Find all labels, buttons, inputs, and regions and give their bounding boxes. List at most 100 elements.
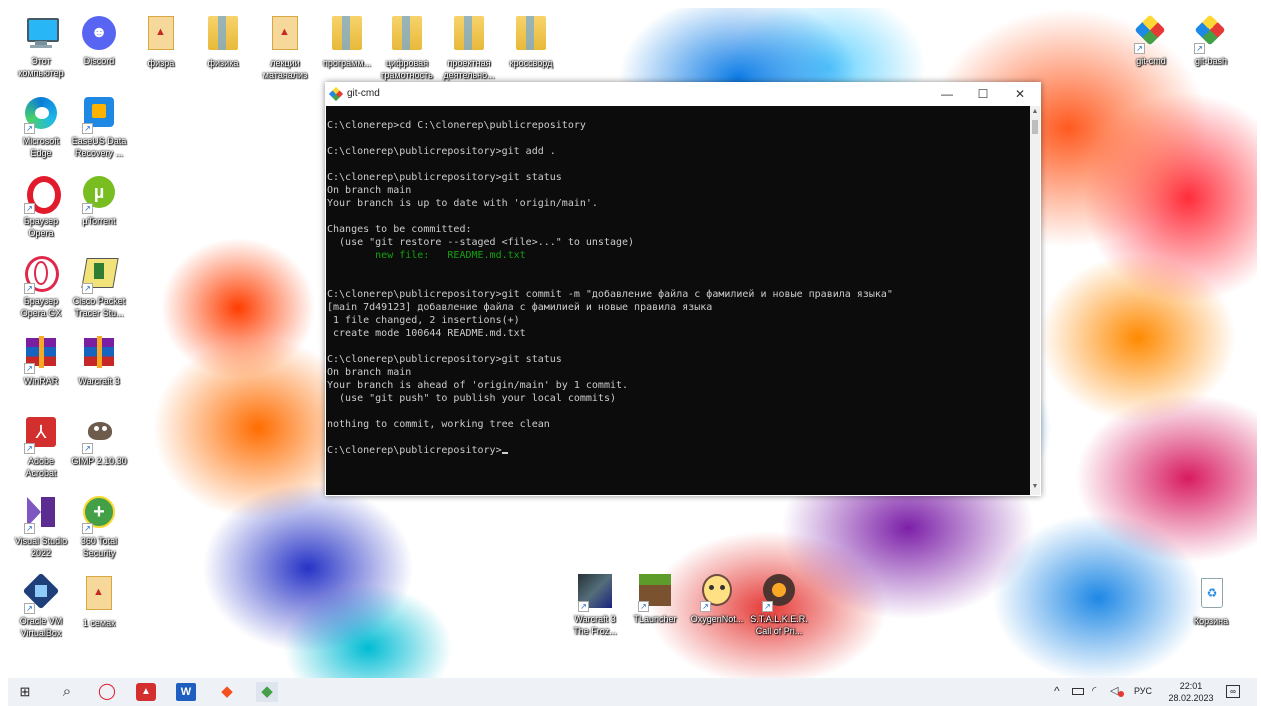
visual-studio-icon: ↗ [22,494,60,534]
windows-start-icon[interactable]: ⊞ [14,682,36,702]
desktop-icon-discord[interactable]: ☻ Discord [68,14,130,67]
wifi-icon[interactable]: ◜ [1092,684,1096,697]
desktop-icon-fizika[interactable]: физика [192,14,254,69]
desktop-icon-git-bash[interactable]: ↗ git-bash [1180,14,1242,67]
vertical-scrollbar[interactable]: ▲ ▼ [1030,106,1040,495]
desktop-icon-label: GIMP 2.10.30 [71,456,127,466]
scroll-up-icon[interactable]: ▲ [1031,108,1039,118]
terminal-line: create mode 100644 README.md.txt [327,328,526,339]
desktop-icon-cifrovaya[interactable]: цифровая грамотность [376,14,438,81]
desktop-icon-label: µTorrent [82,216,116,226]
desktop-icon-label: программ... [322,58,372,68]
opera-icon: ↗ [22,174,61,214]
terminal-line: Your branch is up to date with 'origin/m… [327,198,598,209]
git-icon [328,86,344,102]
language-indicator[interactable]: РУС [1134,686,1152,696]
gimp-icon: ↗ [80,414,118,454]
desktop-icon-warcraft3-game[interactable]: ↗ Warcraft 3 The Froz... [564,572,626,637]
desktop-icon-label: WinRAR [23,376,59,386]
folder-icon [388,16,426,54]
notifications-icon[interactable]: ∞ [1226,685,1240,698]
terminal-line: [main 7d49123] добавление файла с фамили… [327,302,713,313]
winrar-icon: ↗ [22,334,60,374]
desktop-icon-tlauncher[interactable]: ↗ TLauncher [624,572,686,625]
pdf-icon [80,576,118,614]
tray-chevron-icon[interactable]: ^ [1054,684,1060,698]
terminal-line: (use "git restore --staged <file>..." to… [327,237,635,248]
desktop: Этот компьютер ☻ Discord физра физика ле… [8,8,1257,678]
maximize-button[interactable]: ☐ [965,84,1001,104]
winrar-icon [80,334,118,372]
acrobat-icon[interactable]: ▲ [136,683,156,701]
desktop-icon-proektnaya[interactable]: проектная деятельно... [438,14,500,81]
opera-gx-icon: ↗ [22,254,60,294]
desktop-icon-opera[interactable]: ↗ Браузер Opera [10,174,72,239]
volume-icon[interactable]: ◁ [1110,684,1118,697]
terminal-line: 1 file changed, 2 insertions(+) [327,315,520,326]
desktop-icon-this-pc[interactable]: Этот компьютер [10,14,72,79]
scroll-down-icon[interactable]: ▼ [1031,483,1039,493]
scrollbar-thumb[interactable] [1032,120,1038,134]
terminal-line: On branch main [327,367,412,378]
desktop-icon-360[interactable]: + ↗ 360 Total Security [68,494,130,559]
desktop-icon-programm[interactable]: программ... [316,14,378,69]
battery-icon[interactable] [1072,688,1084,695]
desktop-icon-label: Cisco Packet Tracer Stu... [72,296,126,318]
word-icon[interactable]: W [176,683,196,701]
desktop-icon-git-cmd[interactable]: ↗ git-cmd [1120,14,1182,67]
desktop-icon-cisco[interactable]: ↗ Cisco Packet Tracer Stu... [68,254,130,319]
clock[interactable]: 22:01 28.02.2023 [1166,680,1216,704]
desktop-icon-label: S.T.A.L.K.E.R. Call of Pri... [750,614,808,636]
desktop-icon-label: Корзина [1193,616,1229,626]
folder-icon [204,16,242,54]
desktop-icon-recycle-bin[interactable]: ♻ Корзина [1180,574,1242,627]
terminal-line: C:\clonerep\publicrepository>git status [327,354,562,365]
oxygen-icon: ↗ [698,572,736,612]
desktop-icon-warcraft3-rar[interactable]: Warcraft 3 [68,334,130,387]
360-security-icon: + ↗ [80,494,118,534]
desktop-icon-1-semak[interactable]: 1 семак [68,574,130,629]
clock-date: 28.02.2023 [1168,693,1214,703]
desktop-icon-krossvord[interactable]: кроссворд [500,14,562,69]
desktop-icon-opera-gx[interactable]: ↗ Браузер Opera GX [10,254,72,319]
desktop-icon-winrar[interactable]: ↗ WinRAR [10,334,72,387]
desktop-icon-label: физика [207,58,239,68]
search-icon[interactable]: ⌕ [56,682,78,702]
desktop-icon-label: физра [147,58,175,68]
git-icon[interactable]: ◆ [256,682,278,702]
desktop-icon-stalker[interactable]: ↗ S.T.A.L.K.E.R. Call of Pri... [748,572,810,637]
git-icon[interactable]: ◆ [216,682,238,702]
desktop-icon-gimp[interactable]: ↗ GIMP 2.10.30 [68,414,130,467]
utorrent-icon: µ ↗ [80,174,118,214]
desktop-icon-utorrent[interactable]: µ ↗ µTorrent [68,174,130,227]
desktop-icon-vs2022[interactable]: ↗ Visual Studio 2022 [10,494,72,559]
minimize-button[interactable]: — [929,84,965,104]
window-titlebar[interactable]: git-cmd — ☐ ✕ [325,82,1041,106]
desktop-icon-edge[interactable]: ↗ Microsoft Edge [10,94,72,159]
discord-icon: ☻ [80,14,118,52]
desktop-icon-label: Adobe Acrobat [25,456,57,478]
terminal-window[interactable]: git-cmd — ☐ ✕ C:\clonerep>cd C:\clonerep… [325,82,1041,496]
desktop-icon-label: git-bash [1194,56,1228,66]
desktop-icon-fizra[interactable]: физра [130,14,192,69]
desktop-icon-label: Visual Studio 2022 [14,536,68,558]
taskbar: ⊞ ⌕ ◯ ▲ W ◆ ◆ ^ ◜ ◁ РУС 22:01 28.02.2023… [8,678,1257,706]
terminal-line: nothing to commit, working tree clean [327,419,550,430]
desktop-icon-acrobat[interactable]: ⅄ ↗ Adobe Acrobat [10,414,72,479]
desktop-icon-easeus[interactable]: ↗ EaseUS Data Recovery ... [68,94,130,159]
desktop-icon-label: Discord [83,56,115,66]
pdf-icon [142,16,180,54]
close-button[interactable]: ✕ [1002,84,1038,104]
desktop-icon-lekcii[interactable]: лекции матанализ [254,14,316,81]
desktop-icon-oxygen[interactable]: ↗ OxygenNot... [686,572,748,625]
git-icon: ↗ [1132,14,1170,54]
opera-icon[interactable]: ◯ [96,682,118,702]
terminal-output[interactable]: C:\clonerep>cd C:\clonerep\publicreposit… [326,106,1030,495]
desktop-icon-virtualbox[interactable]: ↗ Oracle VM VirtualBox [10,572,72,639]
terminal-line: Changes to be committed: [327,224,472,235]
